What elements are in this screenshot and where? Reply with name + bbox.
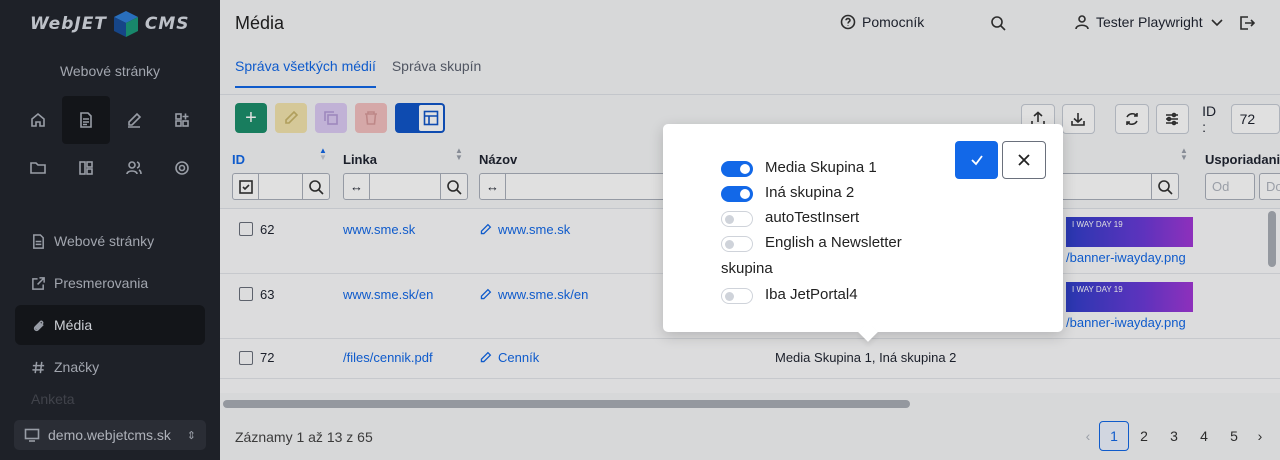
group-options: Media Skupina 1 Iná skupina 2 autoTestIn… xyxy=(721,158,931,310)
cancel-button[interactable] xyxy=(1002,141,1046,179)
group-option-label-cont: skupina xyxy=(721,260,773,277)
confirm-button[interactable] xyxy=(955,141,998,179)
group-option[interactable]: English a Newsletter xyxy=(721,233,931,253)
group-option-label: Iná skupina 2 xyxy=(765,184,855,201)
group-option-label: autoTestInsert xyxy=(765,209,860,226)
toggle-switch[interactable] xyxy=(721,186,753,202)
group-option[interactable]: autoTestInsert xyxy=(721,208,931,228)
group-option[interactable]: Iba JetPortal4 xyxy=(721,285,931,305)
close-icon xyxy=(1018,154,1030,166)
group-option-label: Iba JetPortal4 xyxy=(765,286,858,303)
check-icon xyxy=(970,155,983,166)
group-option[interactable]: Iná skupina 2 xyxy=(721,183,931,203)
toggle-switch[interactable] xyxy=(721,161,753,177)
modal-backdrop[interactable] xyxy=(0,0,1280,460)
group-select-popover: Media Skupina 1 Iná skupina 2 autoTestIn… xyxy=(663,124,1063,342)
toggle-switch[interactable] xyxy=(721,211,753,227)
toggle-switch[interactable] xyxy=(721,236,753,252)
group-option-label: English a Newsletter xyxy=(765,234,902,251)
group-option[interactable]: Media Skupina 1 xyxy=(721,158,931,178)
group-option-label: Media Skupina 1 xyxy=(765,159,877,176)
toggle-switch[interactable] xyxy=(721,288,753,304)
